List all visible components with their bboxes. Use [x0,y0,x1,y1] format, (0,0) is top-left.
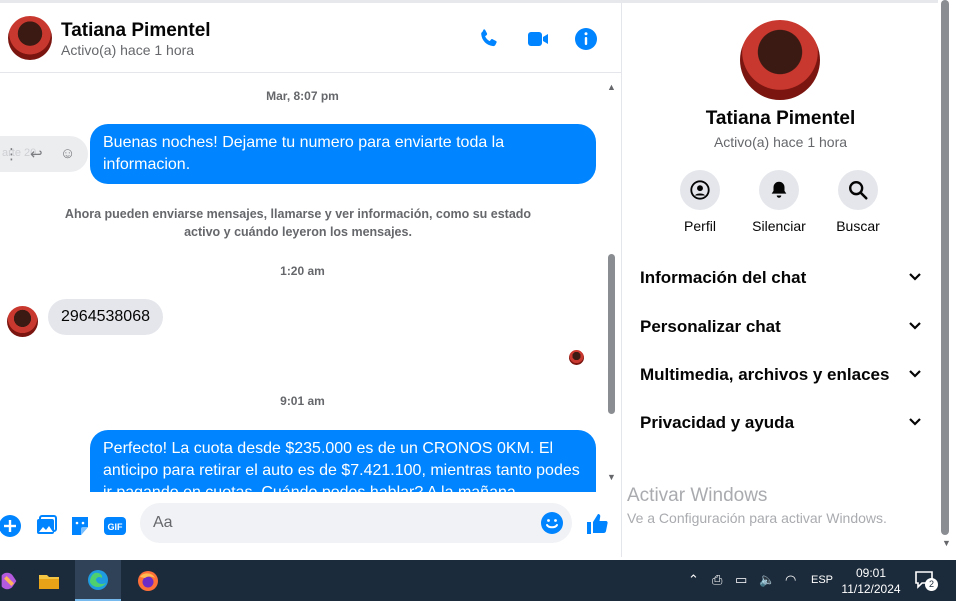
profile-avatar[interactable] [740,20,820,100]
reply-icon[interactable]: ↩ [30,145,43,163]
edge-browser-icon[interactable] [75,560,121,601]
section-privacy-help[interactable]: Privacidad y ayuda [640,408,922,438]
message-list: Mar, 8:07 pm Buenas noches! Dejame tu nu… [0,74,605,492]
more-options-icon[interactable]: ⋮ [4,145,19,163]
profile-label: Perfil [684,218,716,234]
section-title: Privacidad y ayuda [640,413,795,432]
search-label: Buscar [836,218,880,234]
emoji-icon[interactable] [540,511,564,535]
chevron-down-icon [909,273,921,281]
search-icon [838,170,878,210]
wifi-icon[interactable]: ◠ [785,572,796,588]
notifications-icon[interactable]: 2 [914,570,938,591]
message-input-placeholder: Aa [153,514,173,531]
chat-pane: Tatiana Pimentel Activo(a) hace 1 hora M… [0,3,621,557]
chevron-down-icon [909,370,921,378]
outgoing-message[interactable]: Buenas noches! Dejame tu numero para env… [90,124,596,184]
chevron-down-icon [909,322,921,330]
add-icon[interactable] [0,514,22,538]
section-title: Multimedia, archivos y enlaces [640,365,890,384]
meet-now-icon[interactable]: ⎙ [712,572,722,588]
notification-count-badge: 2 [925,578,938,591]
volume-icon[interactable]: 🔈 [759,572,775,588]
timestamp: 9:01 am [280,394,325,408]
contact-avatar[interactable] [8,16,52,60]
bell-icon [759,170,799,210]
page-scroll-thumb[interactable] [941,0,949,535]
chevron-down-icon [909,418,921,426]
firefox-icon[interactable] [125,560,171,601]
windows-taskbar: ⌃ ⎙ ▭ 🔈 ◠ ESP 09:01 11/12/2024 2 [0,560,956,601]
system-notice: Ahora pueden enviarse mensajes, llamarse… [64,207,532,239]
message-hover-actions: arte 20 ⋮ ↩ ☺ [0,136,88,172]
contact-name[interactable]: Tatiana Pimentel [61,20,211,42]
sender-avatar[interactable] [7,306,38,337]
timestamp: 1:20 am [280,264,325,278]
scroll-thumb[interactable] [608,254,615,414]
language-indicator[interactable]: ESP [811,574,833,586]
contact-status: Activo(a) hace 1 hora [61,42,195,58]
timestamp: Mar, 8:07 pm [266,89,339,103]
section-title: Información del chat [640,268,807,287]
tray-chevron-up-icon[interactable]: ⌃ [688,572,699,588]
profile-button[interactable]: Perfil [660,170,740,234]
phone-call-icon[interactable] [477,27,501,51]
profile-status: Activo(a) hace 1 hora [713,134,848,150]
incoming-message[interactable]: 2964538068 [48,299,163,335]
file-explorer-icon[interactable] [26,560,72,601]
gif-icon[interactable]: GIF [103,514,127,538]
photo-icon[interactable] [34,514,58,538]
battery-icon[interactable]: ▭ [735,572,747,588]
like-thumb-icon[interactable] [585,512,609,536]
page-scrollbar[interactable]: ▼ [938,0,956,557]
messenger-window: Tatiana Pimentel Activo(a) hace 1 hora M… [0,0,956,560]
search-button[interactable]: Buscar [818,170,898,234]
info-icon[interactable] [574,27,598,51]
mute-button[interactable]: Silenciar [739,170,819,234]
activate-windows-subtitle: Ve a Configuración para activar Windows. [627,510,887,526]
profile-name: Tatiana Pimentel [705,108,856,129]
chat-details-panel: Tatiana Pimentel Activo(a) hace 1 hora P… [621,3,938,557]
video-call-icon[interactable] [526,27,550,51]
react-emoji-icon[interactable]: ☺ [60,145,75,162]
section-chat-info[interactable]: Información del chat [640,263,922,293]
section-media-files-links[interactable]: Multimedia, archivos y enlaces [640,360,922,390]
message-input[interactable]: Aa [140,503,572,543]
page-scroll-down-arrow[interactable]: ▼ [942,538,951,548]
profile-icon [680,170,720,210]
read-receipt-avatar [569,350,584,365]
mute-label: Silenciar [752,218,806,234]
svg-text:GIF: GIF [108,522,124,532]
composer: GIF Aa [0,492,621,557]
activate-windows-title: Activar Windows [627,485,768,506]
scroll-up-arrow[interactable]: ▲ [607,82,616,92]
clock-date: 11/12/2024 [841,582,901,596]
section-title: Personalizar chat [640,317,781,336]
scroll-down-arrow[interactable]: ▼ [607,472,616,482]
system-clock[interactable]: 09:01 11/12/2024 [836,565,906,597]
section-customize-chat[interactable]: Personalizar chat [640,312,922,342]
chat-scrollbar[interactable]: ▲ ▼ [605,74,619,492]
outgoing-message[interactable]: Perfecto! La cuota desde $235.000 es de … [90,430,596,492]
chat-header: Tatiana Pimentel Activo(a) hace 1 hora [0,3,621,73]
sticker-icon[interactable] [68,514,92,538]
clock-time: 09:01 [855,566,887,580]
